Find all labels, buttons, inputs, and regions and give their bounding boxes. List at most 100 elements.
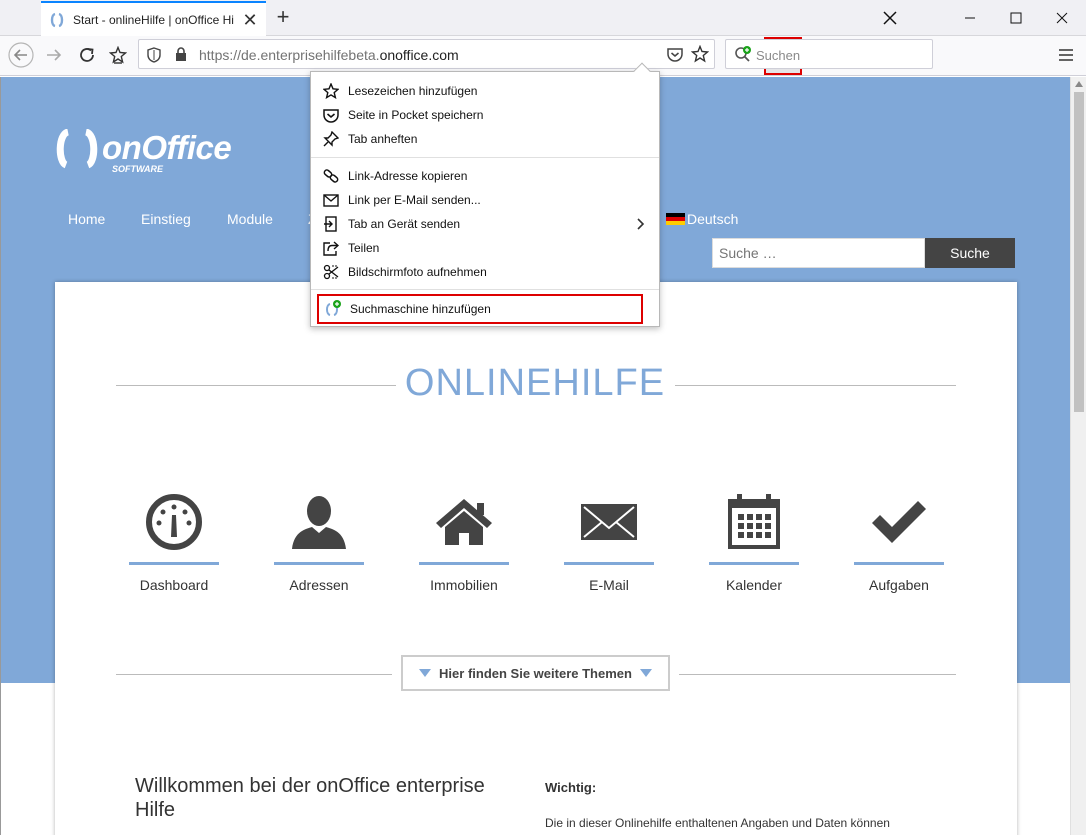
reload-button[interactable]	[72, 40, 102, 70]
forward-button[interactable]	[39, 40, 69, 70]
minimize-button[interactable]	[948, 0, 992, 36]
share-icon	[323, 241, 339, 256]
lock-icon[interactable]	[175, 47, 187, 62]
pocket-icon	[323, 108, 339, 123]
menu-item-pin-tab[interactable]: Tab anheften	[311, 127, 659, 151]
menu-item-add-search-engine[interactable]: Suchmaschine hinzufügen	[317, 294, 643, 324]
menu-item-label: Teilen	[348, 241, 380, 255]
tile-kalender[interactable]: Kalender	[709, 487, 799, 597]
tile-label: Kalender	[725, 577, 783, 593]
star-outline-icon	[323, 83, 339, 99]
person-icon	[292, 496, 346, 549]
themes-divider-right	[679, 674, 956, 675]
dashboard-gauge-icon	[146, 494, 202, 550]
shield-icon[interactable]	[147, 47, 161, 63]
house-icon	[436, 499, 492, 545]
site-search-input[interactable]	[712, 238, 925, 268]
url-bar[interactable]: https://de.enterprisehilfebeta.onoffice.…	[138, 37, 802, 75]
wichtig-text: Die in dieser Onlinehilfe enthaltenen An…	[545, 816, 890, 830]
close-window-button[interactable]	[1040, 0, 1084, 36]
star-icon[interactable]	[691, 45, 709, 63]
screenshot-scissors-icon	[323, 264, 339, 280]
welcome-title: Willkommen bei der onOffice enterprise H…	[135, 775, 485, 821]
search-placeholder: Suchen	[756, 48, 801, 63]
browser-search-bar[interactable]: Suchen	[725, 39, 933, 69]
content-card: ONLINEHILFE Dashboard Adressen Immobilie…	[55, 282, 1017, 835]
page-actions-menu: Lesezeichen hinzufügen Seite in Pocket s…	[310, 62, 660, 327]
page-heading: ONLINEHILFE	[404, 362, 666, 404]
pocket-icon[interactable]	[667, 47, 683, 62]
tile-label: Dashboard	[139, 577, 209, 593]
menu-item-label: Link per E-Mail senden...	[348, 193, 481, 207]
search-add-icon	[735, 46, 751, 62]
navigation-toolbar: https://de.enterprisehilfebeta.onoffice.…	[0, 36, 1086, 76]
themes-divider-left	[116, 674, 392, 675]
bookmark-star-icon[interactable]	[103, 40, 133, 70]
tab-title: Start - onlineHilfe | onOffice Hilfe	[73, 13, 234, 27]
checkmark-icon	[872, 501, 926, 543]
menu-item-label: Tab an Gerät senden	[348, 217, 461, 231]
maximize-button[interactable]	[994, 0, 1038, 36]
tile-label: Aufgaben	[869, 577, 929, 593]
menu-item-label: Link-Adresse kopieren	[348, 169, 468, 183]
onoffice-logo[interactable]: onOffice SOFTWARE	[56, 128, 236, 174]
page-scrollbar[interactable]	[1070, 77, 1086, 835]
tile-immobilien[interactable]: Immobilien	[419, 487, 509, 597]
nav-home[interactable]: Home	[68, 211, 105, 227]
heading-divider-left	[116, 385, 396, 386]
site-search-button[interactable]: Suche	[925, 238, 1015, 268]
menu-item-bookmark[interactable]: Lesezeichen hinzufügen	[311, 79, 659, 103]
tab-close-icon[interactable]: ✕	[242, 10, 258, 31]
logo-wordmark: onOffice	[102, 129, 232, 166]
tile-adressen[interactable]: Adressen	[274, 487, 364, 597]
tile-label: E-Mail	[589, 577, 629, 593]
scroll-up-arrow-icon[interactable]	[1075, 81, 1083, 87]
add-search-engine-icon	[326, 300, 341, 316]
menu-item-share[interactable]: Teilen	[311, 236, 659, 260]
german-flag-icon	[666, 213, 685, 225]
more-themes-button[interactable]: Hier finden Sie weitere Themen	[401, 655, 670, 691]
menu-item-label: Bildschirmfoto aufnehmen	[348, 265, 487, 279]
browser-tab[interactable]: Start - onlineHilfe | onOffice Hilfe ✕	[41, 1, 266, 37]
scrollbar-thumb[interactable]	[1074, 92, 1084, 412]
nav-module[interactable]: Module	[227, 211, 273, 227]
back-button[interactable]	[6, 40, 36, 70]
url-text: https://de.enterprisehilfebeta.onoffice.…	[199, 47, 459, 63]
tile-label: Immobilien	[430, 577, 498, 593]
menu-separator	[311, 157, 659, 158]
heading-divider-right	[675, 385, 956, 386]
pin-icon	[323, 131, 339, 147]
envelope-icon	[323, 193, 339, 207]
menu-item-label: Lesezeichen hinzufügen	[348, 84, 478, 98]
tab-bar: Start - onlineHilfe | onOffice Hilfe ✕ +	[0, 0, 1086, 37]
menu-item-copy-link[interactable]: Link-Adresse kopieren	[311, 164, 659, 188]
nav-language[interactable]: Deutsch	[666, 211, 738, 227]
envelope-icon	[581, 504, 637, 540]
nav-einstieg[interactable]: Einstieg	[141, 211, 191, 227]
logo-subtext: SOFTWARE	[112, 164, 163, 174]
hamburger-menu-icon[interactable]	[1051, 40, 1081, 70]
menu-item-email-link[interactable]: Link per E-Mail senden...	[311, 188, 659, 212]
menu-item-label: Seite in Pocket speichern	[348, 108, 484, 122]
calendar-icon	[728, 494, 780, 549]
menu-item-label: Suchmaschine hinzufügen	[350, 302, 491, 316]
menu-item-label: Tab anheften	[348, 132, 418, 146]
menu-separator	[311, 289, 659, 290]
more-themes-label: Hier finden Sie weitere Themen	[439, 665, 632, 681]
tile-label: Adressen	[289, 577, 349, 593]
link-icon	[323, 169, 339, 183]
tile-email[interactable]: E-Mail	[564, 487, 654, 597]
menu-item-screenshot[interactable]: Bildschirmfoto aufnehmen	[311, 260, 659, 284]
onoffice-favicon-icon	[50, 12, 64, 28]
tile-aufgaben[interactable]: Aufgaben	[854, 487, 944, 597]
triangle-down-icon	[639, 669, 652, 677]
wichtig-title: Wichtig:	[545, 780, 597, 795]
language-label: Deutsch	[687, 211, 739, 227]
chevron-right-icon	[637, 218, 645, 230]
new-tab-button[interactable]: +	[272, 4, 294, 30]
menu-item-send-to-device[interactable]: Tab an Gerät senden	[311, 212, 659, 236]
menu-item-pocket[interactable]: Seite in Pocket speichern	[311, 103, 659, 127]
send-to-device-icon	[324, 216, 337, 232]
tile-dashboard[interactable]: Dashboard	[129, 487, 219, 597]
window-close-x-icon[interactable]	[868, 0, 912, 36]
